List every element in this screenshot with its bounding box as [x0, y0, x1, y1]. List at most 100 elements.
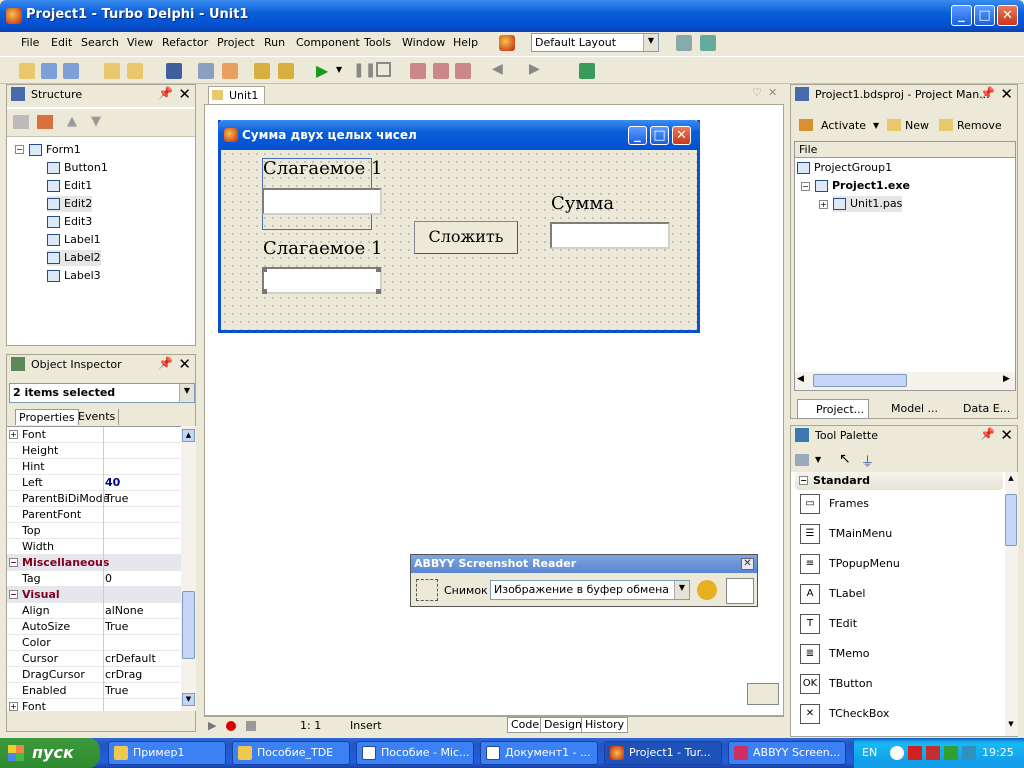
scroll-left-icon[interactable]: ◀: [797, 374, 804, 384]
tab-data-explorer[interactable]: Data E...: [949, 399, 1014, 419]
project-exe-item[interactable]: Project1.exe: [815, 178, 910, 194]
network-icon[interactable]: [962, 746, 976, 760]
help-book-icon[interactable]: [579, 63, 595, 79]
label2[interactable]: Слагаемое 1: [263, 238, 382, 259]
layout-combo[interactable]: Default Layout ▼: [531, 33, 659, 52]
close-panel-icon[interactable]: ✕: [1000, 85, 1013, 103]
pointer-icon[interactable]: ↖: [839, 451, 851, 467]
record-macro-icon[interactable]: [226, 721, 236, 731]
up-arrow-icon[interactable]: ▲: [67, 114, 77, 129]
antivirus-icon[interactable]: [908, 746, 922, 760]
collapse-icon[interactable]: −: [9, 558, 18, 567]
tab-code[interactable]: Code: [507, 717, 544, 733]
chevron-down-icon[interactable]: ▼: [643, 34, 658, 51]
property-row[interactable]: Top: [7, 523, 181, 539]
property-row[interactable]: AutoSize True: [7, 619, 181, 635]
filter-icon[interactable]: ⏚: [861, 451, 874, 470]
property-value[interactable]: 0: [105, 571, 112, 586]
property-row[interactable]: Color: [7, 635, 181, 651]
menu-component[interactable]: Component: [296, 36, 360, 49]
property-row[interactable]: + Font: [7, 427, 181, 443]
abbyy-pin-icon[interactable]: [726, 578, 754, 604]
unit-pas-item[interactable]: Unit1.pas: [833, 196, 903, 212]
chevron-down-icon[interactable]: ▼: [815, 455, 821, 464]
tree-item-edit1[interactable]: Edit1: [47, 178, 92, 194]
abbyy-mode-combo[interactable]: Изображение в буфер обмена ▼: [490, 580, 690, 600]
camera-icon[interactable]: [416, 579, 438, 601]
tree-item-edit3[interactable]: Edit3: [47, 214, 92, 230]
selection-combo[interactable]: 2 items selected ▼: [9, 383, 195, 403]
property-scrollbar[interactable]: ▲ ▼: [181, 426, 196, 711]
menu-project[interactable]: Project: [217, 36, 255, 49]
menu-view[interactable]: View: [127, 36, 153, 49]
menu-window[interactable]: Window: [402, 36, 445, 49]
chevron-down-icon[interactable]: ▼: [179, 384, 194, 402]
menu-help[interactable]: Help: [453, 36, 478, 49]
run-icon[interactable]: ▶: [316, 61, 328, 80]
open-project-icon[interactable]: [41, 63, 57, 79]
tab-model-view[interactable]: Model ...: [873, 399, 942, 419]
close-tab-icon[interactable]: ✕: [768, 86, 777, 99]
tree-item-label3[interactable]: Label3: [47, 268, 101, 284]
abbyy-close-icon[interactable]: ✕: [741, 558, 754, 570]
close-panel-icon[interactable]: ✕: [178, 355, 191, 373]
collapse-icon[interactable]: −: [9, 590, 18, 599]
label3[interactable]: Сумма: [551, 193, 614, 214]
grab-handle[interactable]: [376, 289, 381, 294]
property-value[interactable]: True: [105, 683, 128, 698]
property-value[interactable]: alNone: [105, 603, 144, 618]
tab-properties[interactable]: Properties: [15, 409, 79, 425]
save-layout-icon[interactable]: [676, 35, 692, 51]
shield-icon[interactable]: [926, 746, 940, 760]
delete-icon[interactable]: [37, 115, 53, 129]
tab-events[interactable]: Events: [75, 409, 120, 425]
property-value[interactable]: True: [105, 619, 128, 634]
edit2[interactable]: [262, 267, 382, 294]
pin-icon[interactable]: 📌: [980, 427, 995, 441]
excel-icon[interactable]: [944, 746, 958, 760]
property-row[interactable]: ParentFont: [7, 507, 181, 523]
property-row[interactable]: ParentBiDiMode True: [7, 491, 181, 507]
play-macro-icon[interactable]: ▶: [208, 719, 216, 732]
tree-item-button1[interactable]: Button1: [47, 160, 108, 176]
heart-icon[interactable]: ♡: [752, 86, 762, 99]
step-over-icon[interactable]: [433, 63, 449, 79]
menu-run[interactable]: Run: [264, 36, 285, 49]
property-row[interactable]: Cursor crDefault: [7, 651, 181, 667]
back-arrow-icon[interactable]: ◀: [492, 61, 503, 77]
remove-file-icon[interactable]: [278, 63, 294, 79]
tab-design[interactable]: Design: [540, 717, 586, 733]
property-row[interactable]: Tag 0: [7, 571, 181, 587]
property-row[interactable]: Left 40: [7, 475, 181, 491]
open-icon[interactable]: [127, 63, 143, 79]
property-row[interactable]: Height: [7, 443, 181, 459]
set-layout-icon[interactable]: [700, 35, 716, 51]
task-abbyy[interactable]: ABBYY Screen...: [728, 741, 846, 765]
scroll-up-icon[interactable]: ▲: [1005, 474, 1017, 486]
close-button[interactable]: ✕: [997, 5, 1018, 26]
minimize-button[interactable]: _: [951, 5, 972, 26]
language-indicator[interactable]: EN: [862, 746, 877, 759]
tree-item-label1[interactable]: Label1: [47, 232, 101, 248]
view-form-icon[interactable]: [222, 63, 238, 79]
save-icon[interactable]: [166, 63, 182, 79]
expand-icon[interactable]: +: [819, 200, 828, 209]
tray-arrow-icon[interactable]: [890, 746, 904, 760]
close-panel-icon[interactable]: ✕: [1000, 426, 1013, 444]
form-minimize-button[interactable]: _: [628, 126, 647, 145]
pin-icon[interactable]: 📌: [980, 86, 995, 100]
grab-handle[interactable]: [376, 267, 381, 272]
property-value[interactable]: 40: [105, 475, 120, 490]
form-title-bar[interactable]: Сумма двух целых чисел _ □ ✕: [218, 120, 700, 150]
expand-icon[interactable]: +: [9, 430, 18, 439]
tree-item-label2[interactable]: Label2: [47, 250, 101, 266]
maximize-button[interactable]: □: [974, 5, 995, 26]
remove-button[interactable]: Remove: [957, 119, 1002, 132]
add-button[interactable]: Сложить: [414, 221, 518, 254]
form-close-button[interactable]: ✕: [672, 126, 691, 145]
down-arrow-icon[interactable]: ▼: [91, 114, 101, 129]
task-project1[interactable]: Project1 - Tur...: [604, 741, 722, 765]
menu-file[interactable]: File: [21, 36, 39, 49]
property-value[interactable]: True: [105, 491, 128, 506]
tab-history[interactable]: History: [581, 717, 629, 733]
